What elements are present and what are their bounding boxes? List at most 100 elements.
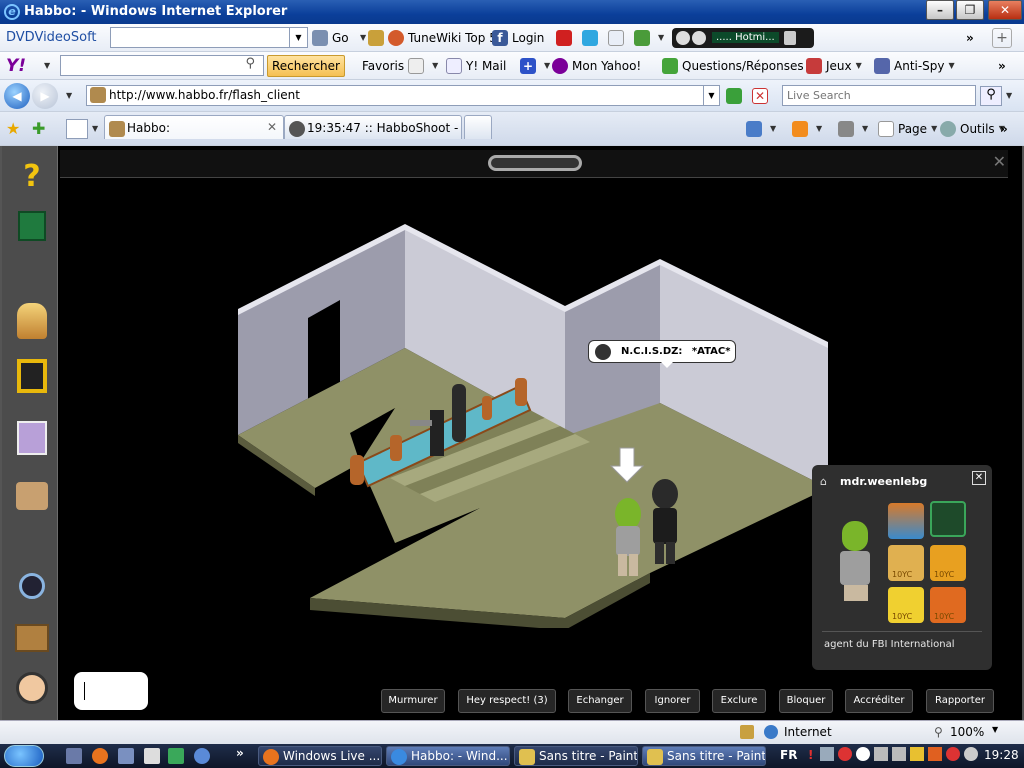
navigator-icon[interactable]: [17, 359, 47, 393]
live-search-input[interactable]: [782, 85, 976, 106]
home-icon[interactable]: ⌂: [820, 475, 827, 488]
zoom-dropdown-icon[interactable]: ▼: [992, 725, 998, 734]
protected-mode-icon[interactable]: [740, 725, 754, 739]
tray-network-icon[interactable]: [820, 747, 834, 761]
new-tab-button[interactable]: [464, 115, 492, 139]
hand-box-icon[interactable]: [16, 482, 48, 510]
exit-room-icon[interactable]: [18, 211, 46, 241]
volume-icon[interactable]: [784, 30, 796, 45]
badge-star-icon[interactable]: 10YC: [888, 587, 924, 623]
chat-bubble[interactable]: N.C.I.S.DZ: *ATAC*: [588, 340, 736, 368]
quick-tabs-icon[interactable]: [66, 118, 88, 139]
refresh-icon[interactable]: [726, 87, 742, 104]
tray-volume-icon[interactable]: [874, 747, 888, 761]
badge-mask-icon[interactable]: [888, 503, 924, 539]
warning-icon[interactable]: !: [808, 748, 813, 762]
add-toolbar-button[interactable]: +: [992, 27, 1012, 48]
home-icon[interactable]: [746, 120, 762, 137]
client-close-icon[interactable]: ✕: [993, 152, 1006, 171]
taskbar-clock[interactable]: 19:28: [984, 748, 1019, 762]
show-desktop-icon[interactable]: [66, 748, 82, 764]
taskbar-habbo-ie[interactable]: Habbo: - Wind...: [386, 746, 510, 766]
live-search-icon[interactable]: ⚲: [980, 85, 1002, 106]
habbo-avatar-icon[interactable]: [16, 672, 48, 704]
youtube-icon[interactable]: [556, 29, 572, 46]
catalogue-icon[interactable]: [17, 303, 47, 339]
stop-icon[interactable]: [692, 30, 706, 45]
murmurer-button[interactable]: Murmurer: [381, 689, 445, 713]
toolbar-search-input[interactable]: ▼: [110, 27, 308, 48]
twitter-icon[interactable]: [582, 29, 598, 46]
tab-habboshoot[interactable]: 19:35:47 :: HabboShoot - Ch...: [284, 115, 462, 139]
print-dropdown-icon[interactable]: ▼: [862, 124, 868, 133]
yahoo-logo[interactable]: Y!: [6, 52, 26, 79]
taskbar-paint-1[interactable]: Sans titre - Paint: [514, 746, 638, 766]
quicklaunch-icon-6[interactable]: [194, 748, 210, 764]
media-dropdown-icon[interactable]: ▼: [658, 33, 664, 42]
tray-antivirus-icon[interactable]: [838, 747, 852, 761]
home-dropdown-icon[interactable]: ▼: [770, 124, 776, 133]
tabbar-overflow-button[interactable]: »: [1000, 112, 1008, 145]
print-icon[interactable]: [838, 120, 854, 137]
outils-menu[interactable]: Outils ▼: [940, 112, 1005, 145]
quicklaunch-icon-4[interactable]: [144, 748, 160, 764]
tray-icon-8[interactable]: [946, 747, 960, 761]
rechercher-button[interactable]: Rechercher: [267, 54, 345, 77]
yahoo-search-input[interactable]: ⚲: [60, 55, 264, 76]
taskbar-windows-live[interactable]: Windows Live ...: [258, 746, 382, 766]
yahoo-menu-dropdown-icon[interactable]: ▼: [44, 61, 50, 70]
close-tab-icon[interactable]: ✕: [267, 120, 277, 134]
tray-icon-6[interactable]: [910, 747, 924, 761]
dvdvideosoft-brand[interactable]: DVDVideoSoft: [6, 24, 97, 51]
rapporter-button[interactable]: Rapporter: [926, 689, 994, 713]
yahoo-overflow-button[interactable]: »: [998, 52, 1006, 79]
go-dropdown-icon[interactable]: ▼: [360, 33, 366, 42]
help-icon[interactable]: ?: [12, 156, 52, 196]
forward-button[interactable]: ▶: [32, 82, 58, 109]
ymail-button[interactable]: Y! Mail: [446, 52, 506, 79]
search-magnifier-icon[interactable]: [19, 573, 45, 599]
search-icon[interactable]: ⚲: [245, 56, 255, 71]
address-dropdown-icon[interactable]: ▼: [703, 86, 719, 105]
chat-input[interactable]: [74, 672, 148, 710]
quicklaunch-icon-3[interactable]: [118, 748, 134, 764]
toolbar-overflow-button[interactable]: »: [966, 24, 974, 51]
quicklaunch-icon-5[interactable]: [168, 748, 184, 764]
plus-dropdown-icon[interactable]: ▼: [544, 61, 550, 70]
start-button[interactable]: [4, 745, 44, 767]
go-button[interactable]: Go: [312, 24, 349, 51]
back-button[interactable]: ◀: [4, 82, 30, 109]
room-info-icon[interactable]: [15, 624, 49, 652]
hey-respect-button[interactable]: Hey respect! (3): [458, 689, 556, 713]
tray-clock-icon[interactable]: [856, 747, 870, 761]
stop-icon[interactable]: ✕: [752, 87, 768, 104]
language-indicator[interactable]: FR: [780, 748, 797, 762]
tab-habbo[interactable]: Habbo: ✕: [104, 115, 284, 139]
habbo-room-view[interactable]: [60, 178, 830, 628]
feeds-dropdown-icon[interactable]: ▼: [816, 124, 822, 133]
history-dropdown-icon[interactable]: ▼: [66, 91, 72, 100]
minimize-button[interactable]: –: [926, 0, 954, 20]
calendar-icon[interactable]: [608, 29, 624, 46]
zoom-icon[interactable]: ⚲: [934, 725, 943, 739]
tray-icon-7[interactable]: [928, 747, 942, 761]
badge-thumbs-up-icon[interactable]: 10YC: [930, 587, 966, 623]
group-badge-icon[interactable]: [930, 501, 966, 537]
page-menu[interactable]: Page ▼: [878, 112, 937, 145]
questions-reponses-button[interactable]: Questions/Réponses▼: [662, 52, 814, 79]
play-icon[interactable]: [676, 30, 690, 45]
echanger-button[interactable]: Echanger: [568, 689, 632, 713]
badge-dog-icon[interactable]: 10YC: [888, 545, 924, 581]
badge-cube-icon[interactable]: 10YC: [930, 545, 966, 581]
tray-icon-9[interactable]: [964, 747, 978, 761]
search-provider-dropdown-icon[interactable]: ▼: [1006, 91, 1012, 100]
rss-feed-icon[interactable]: [792, 120, 808, 137]
mon-yahoo-button[interactable]: Mon Yahoo!: [552, 52, 641, 79]
antispy-button[interactable]: Anti-Spy ▼: [874, 52, 955, 79]
favorites-star-icon[interactable]: ★: [6, 119, 20, 138]
address-input[interactable]: http://www.habbo.fr/flash_client ▼: [86, 85, 720, 106]
favoris-menu[interactable]: Favoris ▼: [362, 52, 438, 79]
exclure-button[interactable]: Exclure: [712, 689, 766, 713]
client-handle[interactable]: [488, 155, 582, 171]
zoom-level[interactable]: 100%: [950, 725, 984, 739]
